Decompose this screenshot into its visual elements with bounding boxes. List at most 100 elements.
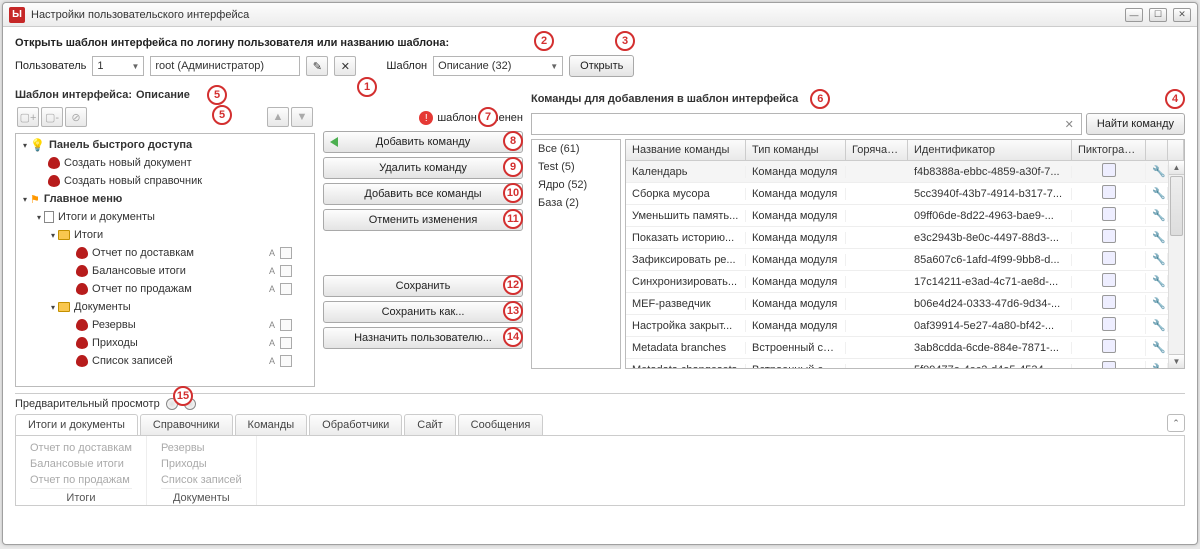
tree-itogi[interactable]: Итоги [74, 229, 103, 241]
close-button[interactable]: ✕ [1173, 8, 1191, 22]
save-as-button[interactable]: Сохранить как... [323, 301, 523, 323]
preview-item[interactable]: Резервы [161, 440, 242, 456]
category-item[interactable]: Все (61) [532, 140, 620, 158]
preview-item[interactable]: Отчет по продажам [30, 472, 132, 488]
cell-action[interactable]: 🔧 [1146, 297, 1168, 310]
cell-action[interactable]: 🔧 [1146, 319, 1168, 332]
preview-radio-1[interactable] [166, 398, 178, 410]
wrench-icon: 🔧 [1152, 298, 1168, 310]
window-title: Настройки пользовательского интерфейса [31, 9, 1125, 21]
cell-action[interactable]: 🔧 [1146, 253, 1168, 266]
table-row[interactable]: КалендарьКоманда модуляf4b8388a-ebbc-485… [626, 161, 1168, 183]
preview-radio-2[interactable] [184, 398, 196, 410]
category-item[interactable]: Test (5) [532, 158, 620, 176]
move-up-button[interactable]: ▲ [267, 107, 289, 127]
preview-item[interactable]: Балансовые итоги [30, 456, 132, 472]
col-pic[interactable]: Пиктограмма [1072, 140, 1146, 160]
category-list[interactable]: Все (61) Test (5) Ядро (52) База (2) [531, 139, 621, 369]
scroll-thumb[interactable] [1170, 176, 1183, 236]
preview-item[interactable]: Приходы [161, 456, 242, 472]
grid-body[interactable]: КалендарьКоманда модуляf4b8388a-ebbc-485… [626, 161, 1168, 368]
col-id[interactable]: Идентификатор [908, 140, 1072, 160]
collapse-preview-icon[interactable]: ⌃ [1167, 414, 1185, 432]
minimize-button[interactable]: — [1125, 8, 1143, 22]
clear-user-button[interactable]: ✕ [334, 56, 356, 76]
assign-user-button[interactable]: Назначить пользователю... [323, 327, 523, 349]
wrench-icon: 🔧 [1152, 210, 1168, 222]
tree-incoming[interactable]: Приходы [92, 337, 138, 349]
clear-search-icon[interactable]: ✕ [1062, 118, 1077, 131]
maximize-button[interactable]: ☐ [1149, 8, 1167, 22]
table-row[interactable]: Показать историю...Команда модуляe3c2943… [626, 227, 1168, 249]
remove-folder-button[interactable]: ▢- [41, 107, 63, 127]
tree-main-menu[interactable]: Главное меню [44, 193, 122, 205]
col-type[interactable]: Тип команды [746, 140, 846, 160]
tab-commands[interactable]: Команды [235, 414, 308, 435]
preview-item[interactable]: Отчет по доставкам [30, 440, 132, 456]
tab-handlers[interactable]: Обработчики [309, 414, 402, 435]
tree-reserves[interactable]: Резервы [92, 319, 136, 331]
table-row[interactable]: Синхронизировать...Команда модуля17c1421… [626, 271, 1168, 293]
tree-deliveries[interactable]: Отчет по доставкам [92, 247, 194, 259]
tab-itogi-docs[interactable]: Итоги и документы [15, 414, 138, 435]
cell-action[interactable]: 🔧 [1146, 341, 1168, 354]
category-item[interactable]: Ядро (52) [532, 176, 620, 194]
tree-new-ref[interactable]: Создать новый справочник [64, 175, 202, 187]
col-name[interactable]: Название команды [626, 140, 746, 160]
tree-balance[interactable]: Балансовые итоги [92, 265, 186, 277]
vertical-scrollbar[interactable]: ▲ ▼ [1168, 161, 1184, 368]
category-item[interactable]: База (2) [532, 194, 620, 212]
checkbox[interactable] [280, 265, 292, 277]
undo-changes-button[interactable]: Отменить изменения [323, 209, 523, 231]
edit-user-button[interactable]: ✎ [306, 56, 328, 76]
col-action [1146, 140, 1168, 160]
save-button[interactable]: Сохранить [323, 275, 523, 297]
badge-5b: 5 [212, 105, 232, 125]
cell-action[interactable]: 🔧 [1146, 363, 1168, 368]
search-input[interactable] [536, 118, 1062, 130]
table-row[interactable]: Зафиксировать ре...Команда модуля85a607c… [626, 249, 1168, 271]
user-name-combo[interactable]: root (Администратор) [150, 56, 300, 76]
tree-sales[interactable]: Отчет по продажам [92, 283, 192, 295]
table-row[interactable]: Metadata changesetsВстроенный спр...5f09… [626, 359, 1168, 368]
checkbox[interactable] [280, 283, 292, 295]
delete-node-button[interactable]: ⊘ [65, 107, 87, 127]
table-row[interactable]: Настройка закрыт...Команда модуля0af3991… [626, 315, 1168, 337]
tree-quick-panel[interactable]: Панель быстрого доступа [49, 139, 192, 151]
table-row[interactable]: Metadata branchesВстроенный спр...3ab8cd… [626, 337, 1168, 359]
cell-action[interactable]: 🔧 [1146, 187, 1168, 200]
checkbox[interactable] [280, 319, 292, 331]
bug-icon [48, 157, 60, 169]
tree-docs[interactable]: Документы [74, 301, 131, 313]
table-row[interactable]: MEF-разведчикКоманда модуляb06e4d24-0333… [626, 293, 1168, 315]
col-hotkey[interactable]: Горячая... [846, 140, 908, 160]
tab-site[interactable]: Сайт [404, 414, 455, 435]
tree-itogi-docs[interactable]: Итоги и документы [58, 211, 155, 223]
table-row[interactable]: Сборка мусораКоманда модуля5cc3940f-43b7… [626, 183, 1168, 205]
table-row[interactable]: Уменьшить память...Команда модуля09ff06d… [626, 205, 1168, 227]
checkbox[interactable] [280, 337, 292, 349]
preview-item[interactable]: Список записей [161, 472, 242, 488]
delete-command-button[interactable]: Удалить команду [323, 157, 523, 179]
scroll-down-icon[interactable]: ▼ [1169, 354, 1184, 368]
tree-new-doc[interactable]: Создать новый документ [64, 157, 192, 169]
cell-action[interactable]: 🔧 [1146, 275, 1168, 288]
user-id-combo[interactable]: 1▼ [92, 56, 144, 76]
move-down-button[interactable]: ▼ [291, 107, 313, 127]
checkbox[interactable] [280, 247, 292, 259]
cell-action[interactable]: 🔧 [1146, 209, 1168, 222]
scroll-up-icon[interactable]: ▲ [1169, 161, 1184, 175]
checkbox[interactable] [280, 355, 292, 367]
template-combo[interactable]: Описание (32)▼ [433, 56, 563, 76]
cell-action[interactable]: 🔧 [1146, 165, 1168, 178]
tab-references[interactable]: Справочники [140, 414, 233, 435]
add-folder-button[interactable]: ▢+ [17, 107, 39, 127]
add-command-button[interactable]: Добавить команду [323, 131, 523, 153]
open-button[interactable]: Открыть [569, 55, 634, 77]
tree-recordlist[interactable]: Список записей [92, 355, 173, 367]
cell-action[interactable]: 🔧 [1146, 231, 1168, 244]
template-tree[interactable]: ▾💡Панель быстрого доступа Создать новый … [15, 133, 315, 387]
tab-messages[interactable]: Сообщения [458, 414, 544, 435]
add-all-commands-button[interactable]: Добавить все команды [323, 183, 523, 205]
find-command-button[interactable]: Найти команду [1086, 113, 1185, 135]
